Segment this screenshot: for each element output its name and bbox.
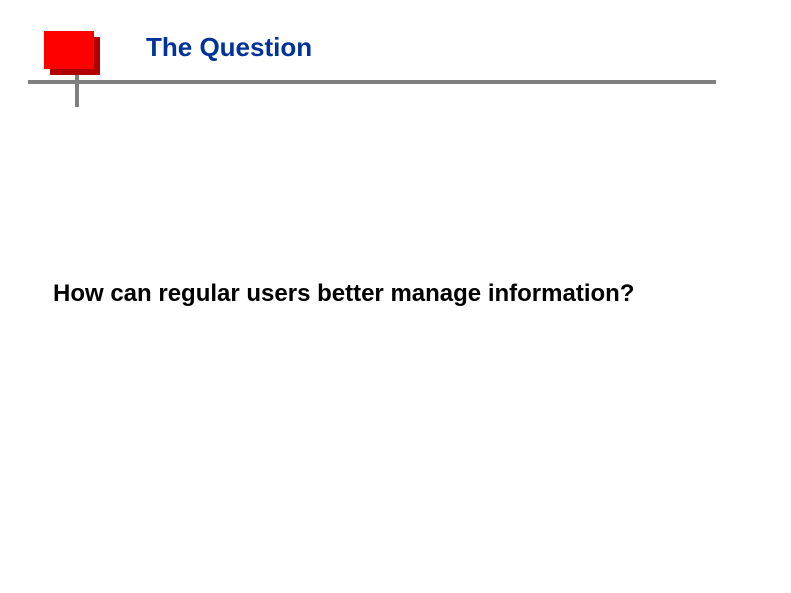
accent-square	[44, 31, 94, 69]
horizontal-divider	[28, 80, 716, 84]
slide: The Question How can regular users bette…	[0, 0, 791, 593]
slide-title: The Question	[146, 32, 312, 63]
slide-body-text: How can regular users better manage info…	[53, 280, 634, 308]
